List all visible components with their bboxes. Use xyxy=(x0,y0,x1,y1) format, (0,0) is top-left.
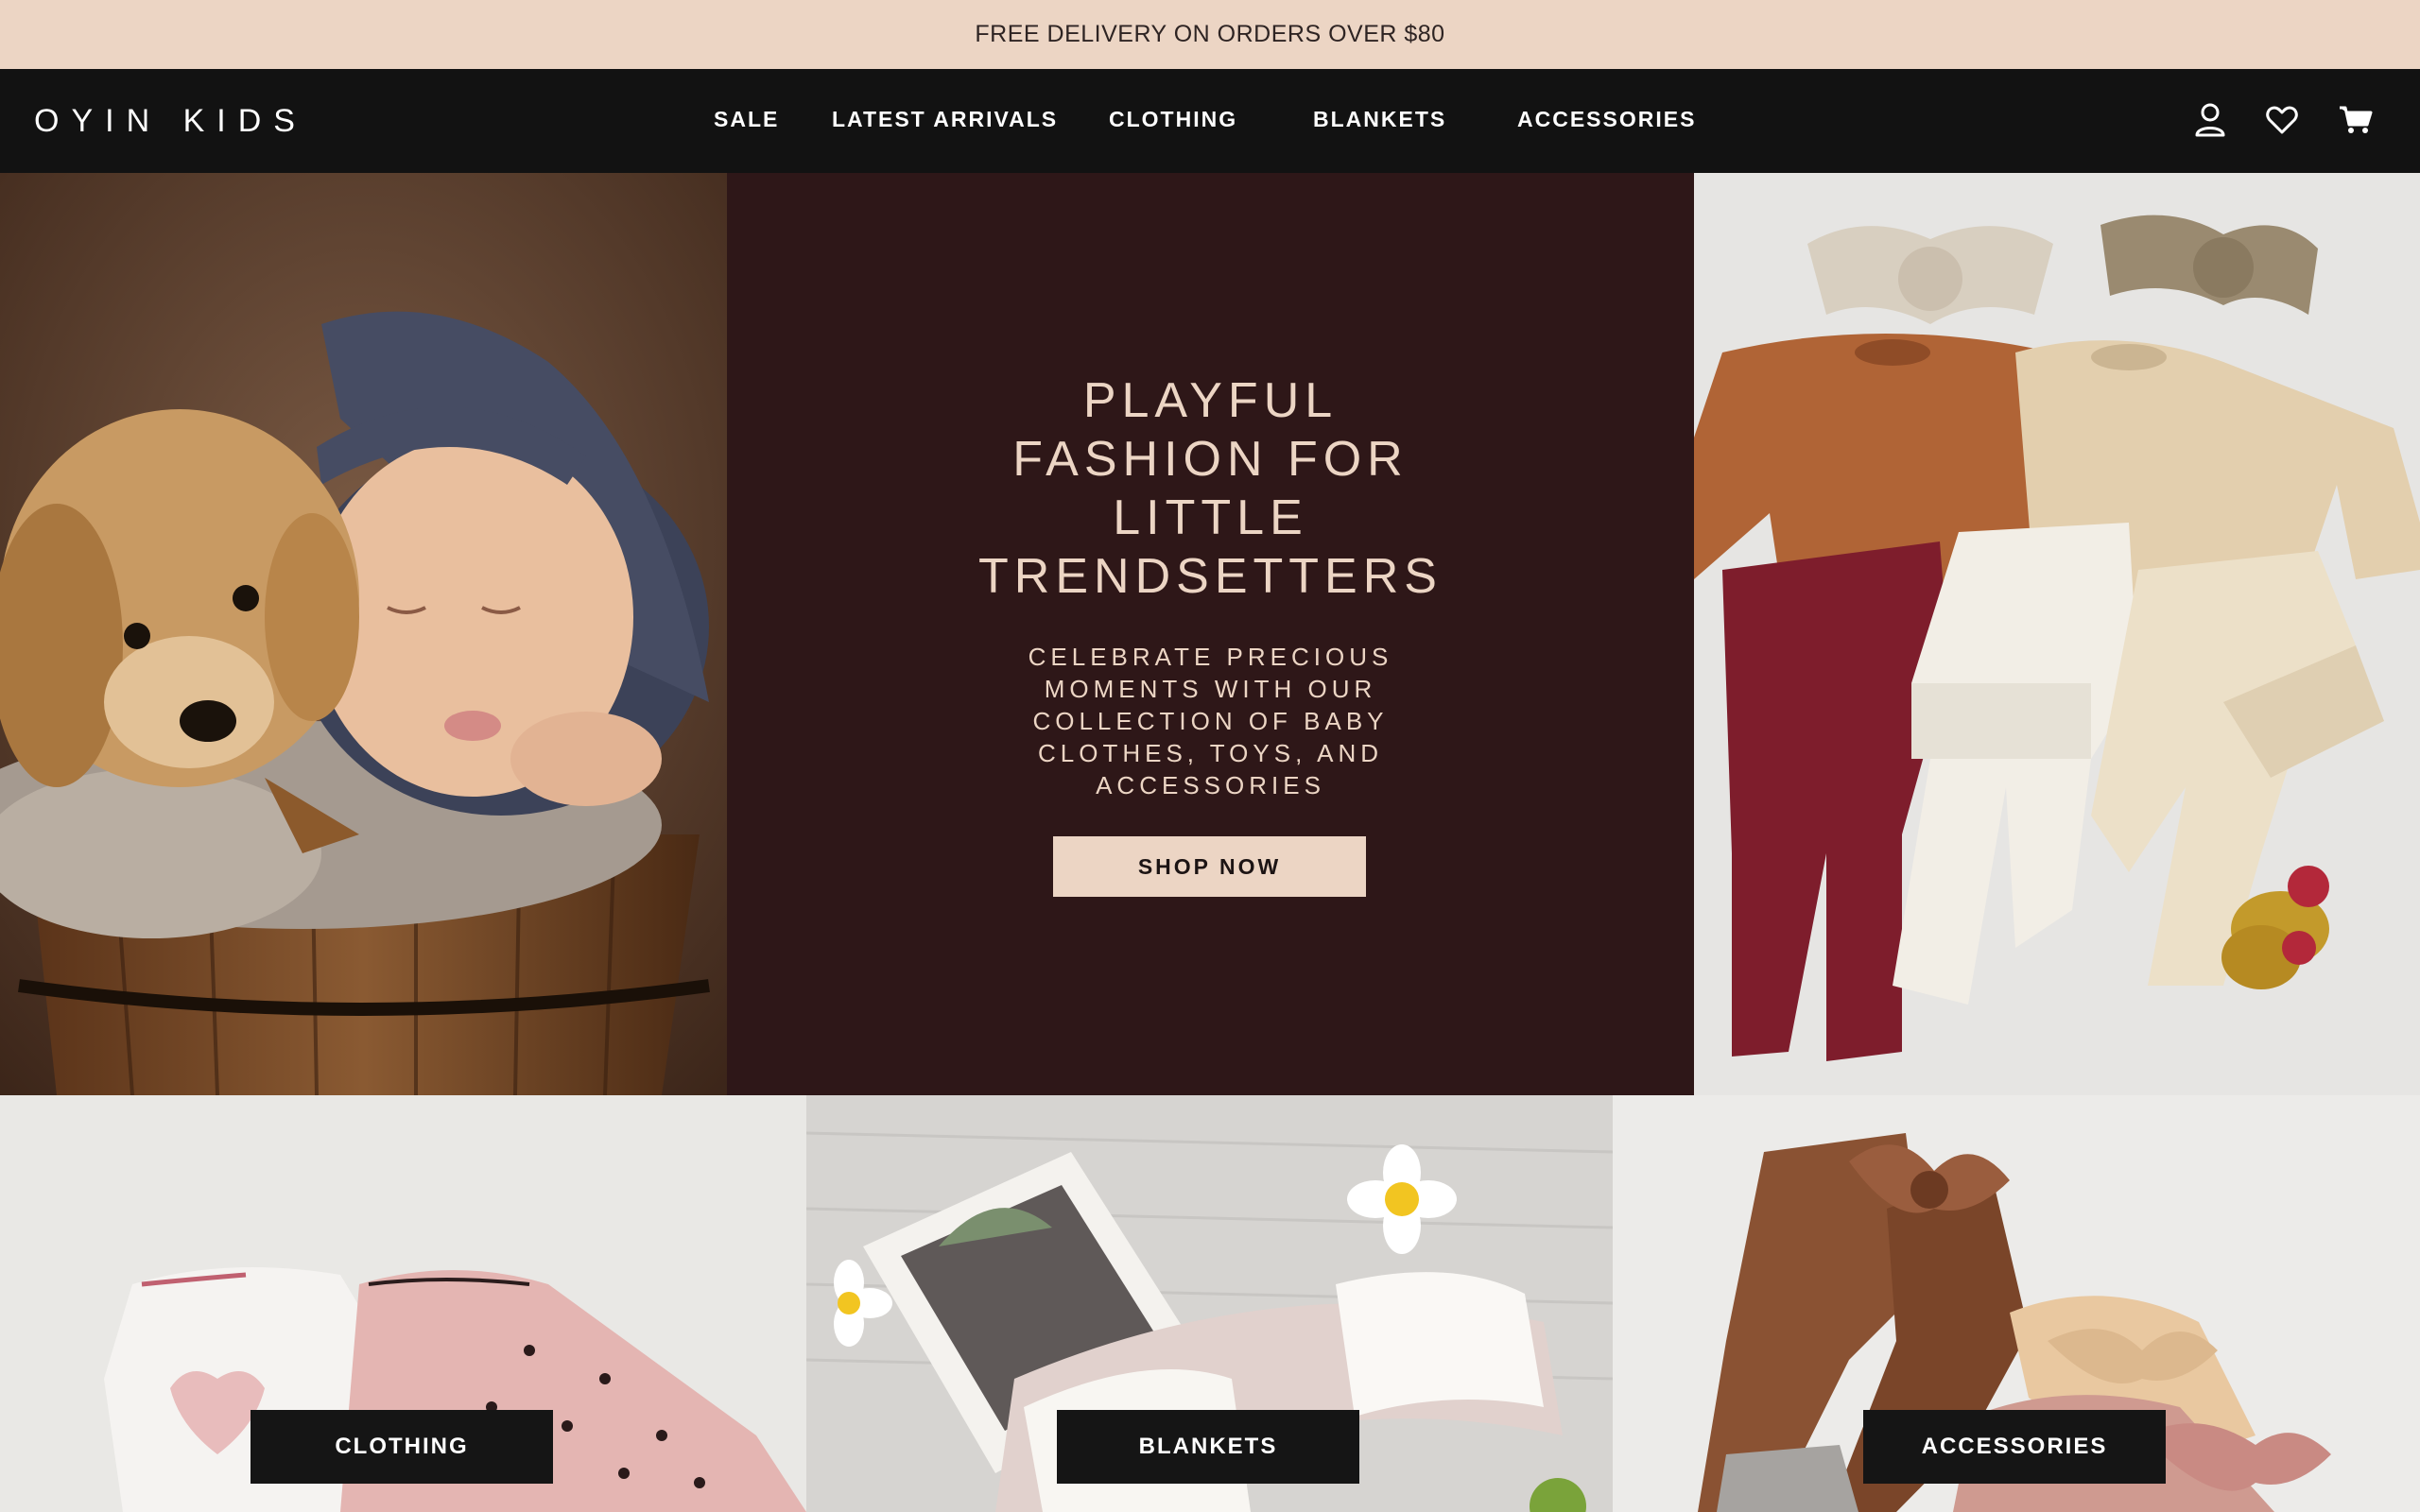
shop-now-button[interactable]: SHOP NOW xyxy=(1053,836,1366,897)
clothing-category-button[interactable]: CLOTHING xyxy=(251,1410,553,1484)
hero-title-line: LITTLE xyxy=(1113,490,1308,545)
nav-item-latest-arrivals[interactable]: LATEST ARRIVALS xyxy=(832,107,1058,132)
category-tile-accessories[interactable]: ACCESSORIES xyxy=(1613,1095,2420,1512)
hero-title-line: PLAYFUL xyxy=(1082,373,1339,428)
hero-subtitle-line: MOMENTS WITH OUR xyxy=(1044,675,1377,703)
hero-subtitle-line: CELEBRATE PRECIOUS xyxy=(1028,643,1393,671)
hero-image-baby-puppy xyxy=(0,173,727,1095)
cart-icon[interactable] xyxy=(2337,97,2375,143)
site-header: OYIN KIDS SALE LATEST ARRIVALS CLOTHING … xyxy=(0,69,2420,173)
announcement-text: FREE DELIVERY ON ORDERS OVER $80 xyxy=(975,21,1445,47)
site-logo[interactable]: OYIN KIDS xyxy=(34,103,307,140)
hero-panel: PLAYFUL FASHION FOR LITTLE TRENDSETTERS … xyxy=(727,173,1694,1095)
nav-item-sale[interactable]: SALE xyxy=(714,107,779,132)
blankets-category-button[interactable]: BLANKETS xyxy=(1057,1410,1359,1484)
nav-item-accessories[interactable]: ACCESSORIES xyxy=(1517,107,1696,132)
nav-item-clothing[interactable]: CLOTHING xyxy=(1109,107,1237,132)
nav-item-blankets[interactable]: BLANKETS xyxy=(1313,107,1446,132)
category-tile-blankets[interactable]: BLANKETS xyxy=(806,1095,1613,1512)
announcement-bar: FREE DELIVERY ON ORDERS OVER $80 xyxy=(0,0,2420,69)
hero-subtitle: CELEBRATE PRECIOUS MOMENTS WITH OUR COLL… xyxy=(727,641,1694,801)
hero-subtitle-line: COLLECTION OF BABY xyxy=(1032,707,1389,735)
hero-image-knitwear-flatlay xyxy=(1694,173,2420,1095)
account-icon[interactable] xyxy=(2191,97,2229,143)
category-tile-clothing[interactable]: CLOTHING xyxy=(0,1095,806,1512)
accessories-category-button[interactable]: ACCESSORIES xyxy=(1863,1410,2166,1484)
hero-title-line: TRENDSETTERS xyxy=(978,549,1443,604)
hero-title: PLAYFUL FASHION FOR LITTLE TRENDSETTERS xyxy=(727,371,1694,606)
hero-title-line: FASHION FOR xyxy=(1012,432,1409,487)
wishlist-heart-icon[interactable] xyxy=(2263,97,2301,143)
hero-subtitle-line: CLOTHES, TOYS, AND xyxy=(1037,739,1383,767)
hero-subtitle-line: ACCESSORIES xyxy=(1096,771,1325,799)
